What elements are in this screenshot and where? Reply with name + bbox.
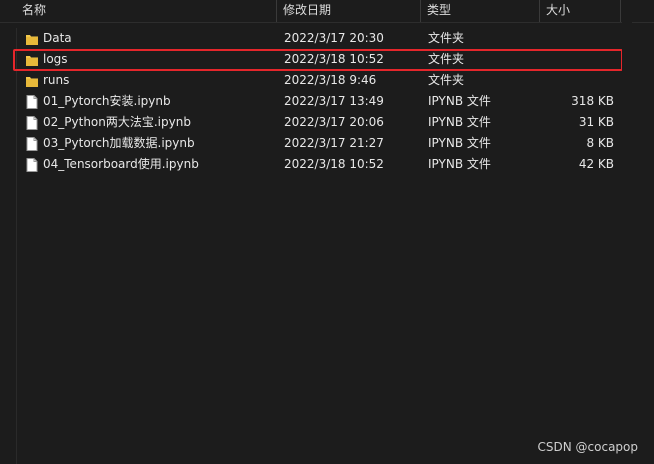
file-name: 01_Pytorch安装.ipynb bbox=[43, 94, 171, 108]
file-date: 2022/3/17 21:27 bbox=[284, 136, 384, 150]
file-date: 2022/3/18 10:52 bbox=[284, 157, 384, 171]
column-divider[interactable] bbox=[420, 0, 421, 22]
document-icon bbox=[26, 158, 38, 172]
file-type: 文件夹 bbox=[428, 31, 465, 45]
file-date: 2022/3/18 9:46 bbox=[284, 73, 377, 87]
document-icon bbox=[26, 137, 38, 151]
document-icon bbox=[26, 116, 38, 130]
column-divider[interactable] bbox=[620, 0, 621, 22]
file-type: 文件夹 bbox=[428, 73, 465, 87]
file-size: 318 KB bbox=[571, 94, 614, 108]
file-row-ipynb[interactable]: 03_Pytorch加载数据.ipynb 2022/3/17 21:27 IPY… bbox=[17, 133, 617, 154]
file-type: IPYNB 文件 bbox=[428, 157, 491, 171]
file-size bbox=[547, 28, 614, 49]
folder-icon bbox=[26, 74, 38, 88]
file-name: 04_Tensorboard使用.ipynb bbox=[43, 157, 199, 171]
file-name: 02_Python两大法宝.ipynb bbox=[43, 115, 191, 129]
column-type-header[interactable]: 类型 bbox=[427, 0, 451, 22]
column-name-header[interactable]: 名称 bbox=[22, 0, 46, 22]
file-row-ipynb[interactable]: 01_Pytorch安装.ipynb 2022/3/17 13:49 IPYNB… bbox=[17, 91, 617, 112]
column-divider[interactable] bbox=[539, 0, 540, 22]
scrollbar[interactable] bbox=[622, 22, 632, 464]
file-name: runs bbox=[43, 73, 70, 87]
column-divider[interactable] bbox=[276, 0, 277, 22]
red-highlight-box bbox=[13, 49, 623, 71]
file-date: 2022/3/17 20:06 bbox=[284, 115, 384, 129]
column-header: 名称 修改日期 类型 大小 bbox=[0, 0, 654, 23]
document-icon bbox=[26, 95, 38, 109]
file-date: 2022/3/17 13:49 bbox=[284, 94, 384, 108]
file-row-data[interactable]: Data 2022/3/17 20:30 文件夹 bbox=[17, 28, 617, 49]
file-name: 03_Pytorch加载数据.ipynb bbox=[43, 136, 195, 150]
file-type: IPYNB 文件 bbox=[428, 136, 491, 150]
file-row-ipynb[interactable]: 04_Tensorboard使用.ipynb 2022/3/18 10:52 I… bbox=[17, 154, 617, 175]
file-size: 8 KB bbox=[586, 136, 614, 150]
file-size: 31 KB bbox=[578, 115, 614, 129]
watermark: CSDN @cocapop bbox=[537, 440, 639, 454]
file-size bbox=[547, 70, 614, 91]
file-row-runs[interactable]: runs 2022/3/18 9:46 文件夹 bbox=[17, 70, 617, 91]
column-size-header[interactable]: 大小 bbox=[546, 0, 570, 22]
folder-icon bbox=[26, 32, 38, 46]
file-name: Data bbox=[43, 31, 72, 45]
file-row-ipynb[interactable]: 02_Python两大法宝.ipynb 2022/3/17 20:06 IPYN… bbox=[17, 112, 617, 133]
file-date: 2022/3/17 20:30 bbox=[284, 31, 384, 45]
file-type: IPYNB 文件 bbox=[428, 115, 491, 129]
file-list: Data 2022/3/17 20:30 文件夹 logs 2022/3/18 … bbox=[16, 28, 617, 464]
file-size: 42 KB bbox=[578, 157, 614, 171]
column-date-header[interactable]: 修改日期 bbox=[283, 0, 331, 22]
file-type: IPYNB 文件 bbox=[428, 94, 491, 108]
